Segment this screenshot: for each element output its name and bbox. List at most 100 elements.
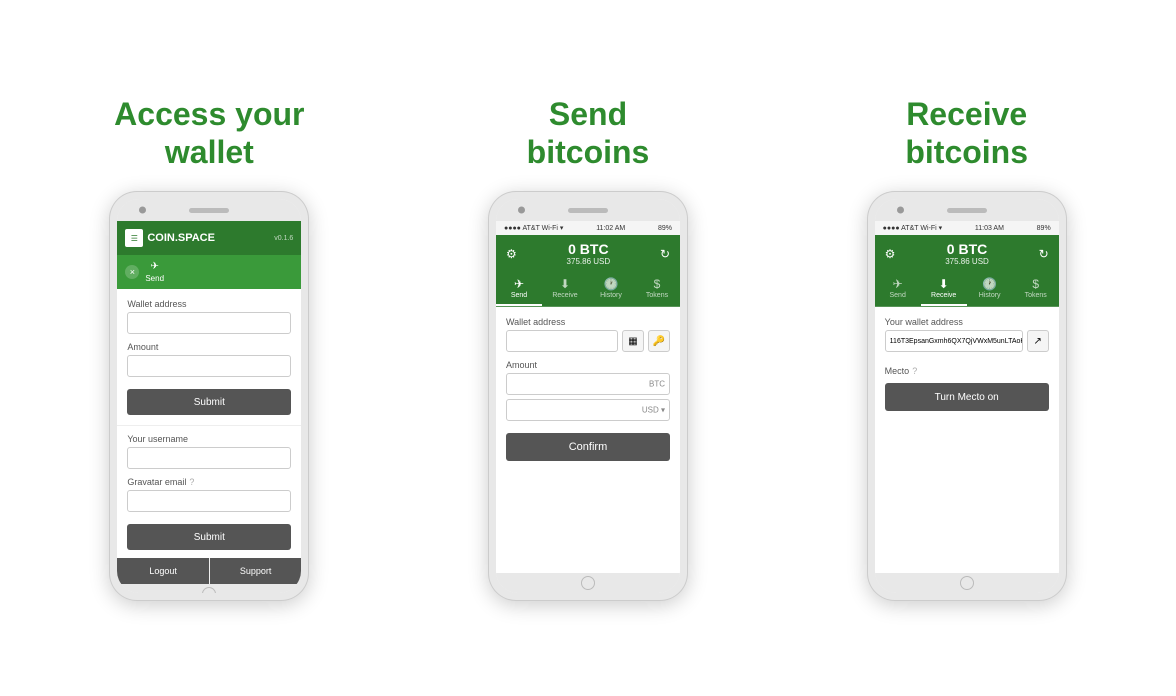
your-wallet-label: Your wallet address — [885, 317, 1049, 327]
receive-tab-label-2: Receive — [552, 292, 577, 299]
confirm-button[interactable]: Confirm — [506, 433, 670, 461]
status-bar-2: ●●●● AT&T Wi-Fi ▾ 11:02 AM 89% — [496, 221, 680, 235]
login-screen: ☰ COIN.SPACE v0.1.6 × ✈ Send — [117, 221, 301, 584]
phone-inner-3: ●●●● AT&T Wi-Fi ▾ 11:03 AM 89% ⚙ 0 BTC 3… — [875, 199, 1059, 593]
wallet-address-value: 116T3EpsanGxmh6QX7QjVWxM5unLTAoK4 — [885, 330, 1023, 352]
tab-send-2[interactable]: ✈ Send — [496, 272, 542, 306]
share-button[interactable]: ↗ — [1027, 330, 1049, 352]
receive-tab-icon-2: ⬇ — [560, 277, 570, 291]
phone-camera-2 — [518, 207, 525, 214]
wallet-address-label: Wallet address — [127, 299, 291, 309]
battery-3: 89% — [1037, 225, 1051, 232]
btc-amount-input[interactable] — [506, 373, 670, 395]
home-button-1[interactable] — [202, 587, 216, 593]
send-wallet-row: ▦ 🔑 — [506, 330, 670, 352]
receive-tab-label-3: Receive — [931, 292, 956, 299]
login-content: Wallet address Amount Submit — [117, 289, 301, 425]
receive-tab-icon-3: ⬇ — [939, 277, 949, 291]
login-fields: Your username Gravatar email ? Submit — [117, 425, 301, 558]
wallet-address-input[interactable] — [127, 312, 291, 334]
tab-bar-2: ✈ Send ⬇ Receive 🕐 History $ Tokens — [496, 272, 680, 307]
phone-camera-1 — [139, 207, 146, 214]
carrier-3: ●●●● AT&T Wi-Fi ▾ — [883, 224, 942, 232]
version-text: v0.1.6 — [274, 235, 293, 242]
send-label: Send — [145, 274, 164, 283]
tokens-tab-label-3: Tokens — [1025, 292, 1047, 299]
refresh-icon-3[interactable]: ↻ — [1039, 247, 1049, 261]
close-button[interactable]: × — [125, 265, 139, 279]
receive-content: Your wallet address 116T3EpsanGxmh6QX7Qj… — [875, 307, 1059, 573]
refresh-icon-2[interactable]: ↻ — [660, 247, 670, 261]
send-icon: ✈ — [150, 261, 158, 272]
usd-amount-3: 375.86 USD — [895, 257, 1038, 266]
send-wallet-input[interactable] — [506, 330, 618, 352]
battery-2: 89% — [658, 225, 672, 232]
tab-tokens-3[interactable]: $ Tokens — [1013, 272, 1059, 306]
home-button-3[interactable] — [960, 576, 974, 590]
login-submit-button[interactable]: Submit — [127, 524, 291, 550]
receive-section: Receivebitcoins ●●●● AT&T Wi-Fi ▾ 11:03 … — [787, 95, 1146, 602]
tab-receive-3[interactable]: ⬇ Receive — [921, 272, 967, 306]
bottom-bar: Logout Support — [117, 558, 301, 584]
history-tab-label-3: History — [979, 292, 1001, 299]
tokens-tab-icon-2: $ — [654, 277, 661, 291]
history-tab-icon-3: 🕐 — [982, 277, 997, 291]
logo-icon: ☰ — [125, 229, 143, 247]
key-button[interactable]: 🔑 — [648, 330, 670, 352]
usd-amount-row: USD ▾ — [506, 399, 670, 421]
phone-top-bar-1 — [117, 199, 301, 221]
app-header-3: ⚙ 0 BTC 375.86 USD ↻ — [875, 235, 1059, 272]
phone-speaker-2 — [568, 208, 608, 213]
support-button[interactable]: Support — [210, 558, 302, 584]
submit-button[interactable]: Submit — [127, 389, 291, 415]
phone-top-bar-3 — [875, 199, 1059, 221]
phone-home-1 — [117, 584, 301, 593]
receive-title: Receivebitcoins — [905, 95, 1028, 172]
send-tab-label-2: Send — [511, 292, 527, 299]
time-3: 11:03 AM — [975, 225, 1004, 232]
send-content: Wallet address ▦ 🔑 Amount BTC — [496, 307, 680, 573]
status-bar-3: ●●●● AT&T Wi-Fi ▾ 11:03 AM 89% — [875, 221, 1059, 235]
tab-receive-2[interactable]: ⬇ Receive — [542, 272, 588, 306]
send-tab-icon-3: ✈ — [893, 277, 903, 291]
settings-icon-2[interactable]: ⚙ — [506, 247, 517, 261]
tab-history-2[interactable]: 🕐 History — [588, 272, 634, 306]
app-header-2: ⚙ 0 BTC 375.86 USD ↻ — [496, 235, 680, 272]
send-menu: × ✈ Send — [117, 255, 301, 289]
phone-home-3 — [875, 573, 1059, 593]
phone-speaker-3 — [947, 208, 987, 213]
logo-area: ☰ COIN.SPACE — [125, 229, 215, 247]
tokens-tab-icon-3: $ — [1032, 277, 1039, 291]
wallet-section: Access yourwallet ☰ COIN.SPACE — [30, 95, 389, 602]
phone-frame-1: ☰ COIN.SPACE v0.1.6 × ✈ Send — [109, 191, 309, 601]
phone-frame-3: ●●●● AT&T Wi-Fi ▾ 11:03 AM 89% ⚙ 0 BTC 3… — [867, 191, 1067, 601]
phone-inner-1: ☰ COIN.SPACE v0.1.6 × ✈ Send — [117, 199, 301, 593]
amount-input[interactable] — [127, 355, 291, 377]
turn-mecto-button[interactable]: Turn Mecto on — [885, 383, 1049, 411]
mecto-info-icon: ? — [912, 366, 917, 376]
tokens-tab-label-2: Tokens — [646, 292, 668, 299]
tab-history-3[interactable]: 🕐 History — [967, 272, 1013, 306]
wallet-title: Access yourwallet — [114, 95, 304, 172]
btc-currency-label: BTC — [649, 380, 665, 389]
logout-button[interactable]: Logout — [117, 558, 209, 584]
gravatar-input[interactable] — [127, 490, 291, 512]
login-header: ☰ COIN.SPACE v0.1.6 — [117, 221, 301, 255]
tab-tokens-2[interactable]: $ Tokens — [634, 272, 680, 306]
time-2: 11:02 AM — [596, 225, 625, 232]
usd-amount-2: 375.86 USD — [517, 257, 660, 266]
logo-text: COIN.SPACE — [147, 232, 215, 244]
receive-wallet-row: 116T3EpsanGxmh6QX7QjVWxM5unLTAoK4 ↗ — [885, 330, 1049, 358]
header-balance-2: 0 BTC 375.86 USD — [517, 241, 660, 266]
qr-button[interactable]: ▦ — [622, 330, 644, 352]
home-button-2[interactable] — [581, 576, 595, 590]
username-input[interactable] — [127, 447, 291, 469]
usd-currency-label: USD ▾ — [642, 406, 665, 415]
gravatar-info-icon: ? — [189, 477, 194, 487]
settings-icon-3[interactable]: ⚙ — [885, 247, 896, 261]
username-label: Your username — [127, 434, 291, 444]
page-container: Access yourwallet ☰ COIN.SPACE — [30, 95, 1146, 602]
header-balance-3: 0 BTC 375.86 USD — [895, 241, 1038, 266]
tab-send-3[interactable]: ✈ Send — [875, 272, 921, 306]
btc-amount-3: 0 BTC — [895, 241, 1038, 257]
